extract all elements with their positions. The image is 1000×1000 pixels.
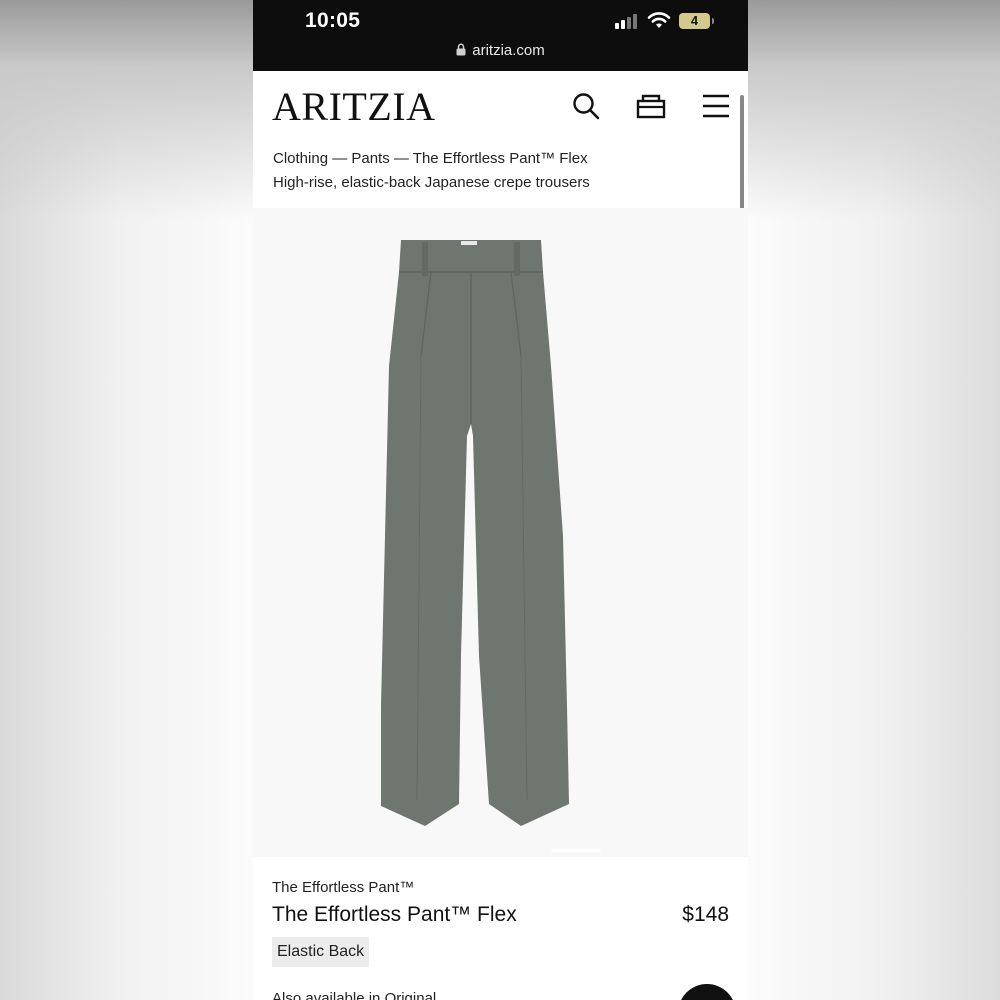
product-name: The Effortless Pant™ Flex (272, 903, 517, 926)
feature-badge: Elastic Back (272, 937, 370, 967)
shopping-bag-icon[interactable] (636, 91, 666, 121)
battery-icon: 4 (679, 13, 710, 29)
status-bar: 10:05 4 aritzia.com (253, 0, 748, 71)
site-header: ARITZIA Clothing — Pants — The Effortles… (253, 71, 748, 208)
product-gallery[interactable] (253, 208, 748, 857)
product-subtitle: High-rise, elastic-back Japanese crepe t… (273, 174, 590, 191)
address-bar[interactable]: aritzia.com (253, 42, 748, 59)
chat-button[interactable] (678, 984, 736, 1000)
battery-tip (712, 18, 714, 24)
lock-icon (456, 43, 466, 56)
product-image-pants[interactable] (377, 236, 577, 831)
product-brand[interactable]: The Effortless Pant™ (272, 879, 414, 896)
phone-screen: 10:05 4 aritzia.com ARITZIA Clothing — P… (253, 0, 748, 1000)
breadcrumb[interactable]: Clothing — Pants — The Effortless Pant™ … (273, 150, 588, 167)
signal-icon (615, 14, 637, 29)
site-logo[interactable]: ARITZIA (272, 85, 435, 129)
search-icon[interactable] (571, 91, 601, 121)
product-price: $148 (682, 903, 729, 926)
menu-icon[interactable] (701, 91, 731, 121)
status-time: 10:05 (305, 9, 361, 32)
product-info: The Effortless Pant™ The Effortless Pant… (253, 857, 748, 1000)
gallery-indicator[interactable] (551, 849, 601, 852)
url-text: aritzia.com (472, 42, 545, 59)
wifi-icon (647, 12, 671, 28)
also-available-link[interactable]: Also available in Original (272, 990, 436, 1000)
